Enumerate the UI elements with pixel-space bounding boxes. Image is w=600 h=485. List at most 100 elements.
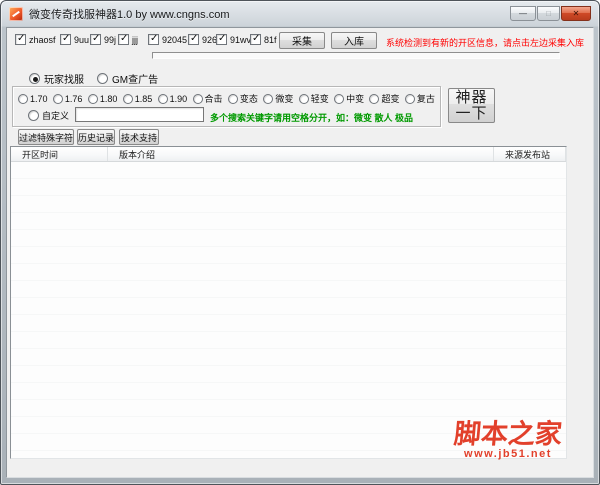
mode-radio-gm-ads[interactable]: GM查广告 [97,71,158,86]
version-radio-weibian[interactable]: 微变 [263,92,293,105]
site-checkbox-label: 9uu [74,34,90,45]
version-radio-label: 超变 [381,94,400,104]
version-radio-176[interactable]: 1.76 [52,93,83,104]
window-title: 微变传奇找服神器1.0 by www.cngns.com [29,9,230,21]
site-checkbox-926[interactable]: 926 [188,33,217,46]
site-checkbox-81f[interactable]: 81f [250,33,277,46]
app-window: 微变传奇找服神器1.0 by www.cngns.com — □ ✕ zhaos… [0,0,600,485]
custom-radio-label: 自定义 [42,111,70,121]
checkbox-checked-icon [15,33,26,45]
radio-icon [227,93,238,104]
import-button[interactable]: 入库 [331,32,377,49]
version-radio-chaobian[interactable]: 超变 [369,92,400,105]
radio-icon [97,73,108,84]
radio-icon [298,93,309,104]
radio-icon [157,93,168,104]
checkbox-checked-icon [188,33,199,45]
version-radio-label: 1.85 [134,93,153,104]
version-radio-heji[interactable]: 合击 [192,92,223,105]
site-checkbox-99j[interactable]: 99j [90,33,116,46]
version-radio-label: 1.70 [30,93,48,104]
close-button[interactable]: ✕ [561,6,591,21]
version-radio-label: 变态 [239,94,258,104]
version-radio-185[interactable]: 1.85 [122,93,153,104]
results-table-body[interactable]: 脚本之家 www.jb51.net [11,162,567,460]
tech-support-button[interactable]: 技术支持 [119,129,159,145]
search-button[interactable]: 神器 一下 [448,88,495,123]
version-radio-190[interactable]: 1.90 [157,93,187,104]
radio-icon [192,93,203,104]
search-button-line2: 一下 [455,104,488,122]
checkbox-checked-icon [148,33,159,45]
version-options-row: 1.70 1.76 1.80 1.85 1.90 合击 变态 微变 轻变 中变 … [18,92,435,105]
checkbox-checked-icon [90,33,101,45]
version-radio-180[interactable]: 1.80 [87,93,118,104]
site-checkbox-label: 99j [104,34,117,45]
site-checkbox-9uu[interactable]: 9uu [60,33,89,46]
site-checkbox-label: zhaosf [29,34,56,45]
version-radio-label: 1.80 [99,93,118,104]
radio-icon [87,93,98,104]
collect-button[interactable]: 采集 [279,32,325,49]
version-radio-biantai[interactable]: 变态 [227,92,258,105]
search-button-line1: 神器 [455,88,488,106]
site-checkbox-label: 91wv [230,34,252,45]
version-radio-zhongbian[interactable]: 中变 [334,92,364,105]
site-checkbox-91wv[interactable]: 91wv [216,33,251,46]
site-checkbox-label: 92045 [162,34,188,45]
alert-text: 系统检测到有新的开区信息，请点击左边采集入库 [386,38,585,48]
site-checkbox-label: 81f [264,34,277,45]
watermark-title: 脚本之家 [452,419,564,449]
column-header-source-site[interactable]: 来源发布站 [494,147,566,161]
site-checkbox-label: 926 [202,34,218,45]
version-radio-label: 微变 [275,94,294,104]
version-filter-groupbox: 1.70 1.76 1.80 1.85 1.90 合击 变态 微变 轻变 中变 … [12,86,441,127]
checkbox-checked-icon [250,33,261,45]
version-radio-label: 复古 [416,94,435,104]
keyword-hint-text: 多个搜索关键字请用空格分开，如：微变 散人 极品 [210,113,414,123]
results-table: 开区时间 版本介绍 来源发布站 脚本之家 www.jb51.net [10,146,567,460]
site-checkbox-jjj[interactable]: jjj [118,33,138,46]
radio-icon [122,93,133,104]
version-radio-label: 1.76 [64,93,83,104]
version-radio-fugu[interactable]: 复古 [404,92,435,105]
site-checkbox-label: jjj [132,34,138,45]
minimize-button[interactable]: — [510,6,536,21]
close-icon: ✕ [572,8,580,18]
history-button[interactable]: 历史记录 [77,129,115,145]
minimize-icon: — [519,8,527,18]
checkbox-checked-icon [60,33,71,45]
radio-icon [334,93,345,104]
checkbox-checked-icon [216,33,227,45]
site-checkbox-zhaosf[interactable]: zhaosf [15,33,56,46]
checkbox-checked-icon [118,33,129,45]
radio-icon [18,93,28,104]
progress-bar [152,52,560,59]
mode-radio-player-search[interactable]: 玩家找服 [29,71,84,86]
radio-icon [263,93,274,104]
radio-icon [28,110,39,121]
watermark: 脚本之家 www.jb51.net [449,419,567,460]
radio-selected-icon [29,73,40,84]
version-radio-label: 轻变 [310,94,329,104]
version-radio-qingbian[interactable]: 轻变 [298,92,329,105]
version-radio-170[interactable]: 1.70 [18,93,48,104]
client-area: zhaosf 9uu 99j jjj 92045 926 91wv 81f 采集… [6,27,594,478]
titlebar[interactable]: 微变传奇找服神器1.0 by www.cngns.com — □ ✕ [1,1,599,27]
watermark-url: www.jb51.net [464,448,552,460]
window-controls: — □ ✕ [510,6,591,21]
results-table-header: 开区时间 版本介绍 来源发布站 [11,147,566,162]
maximize-icon: □ [546,8,551,18]
custom-keyword-radio[interactable]: 自定义 [28,109,69,122]
mode-radio-label: GM查广告 [112,75,159,86]
site-checkbox-92045[interactable]: 92045 [148,33,187,46]
radio-icon [52,93,63,104]
mode-radio-label: 玩家找服 [44,75,84,86]
column-header-version-intro[interactable]: 版本介绍 [108,147,494,161]
maximize-button[interactable]: □ [537,6,560,21]
column-header-open-time[interactable]: 开区时间 [11,147,108,161]
custom-keyword-input[interactable] [75,107,204,122]
radio-icon [404,93,415,104]
radio-icon [369,93,380,104]
filter-special-chars-button[interactable]: 过滤特殊字符 [18,129,74,145]
